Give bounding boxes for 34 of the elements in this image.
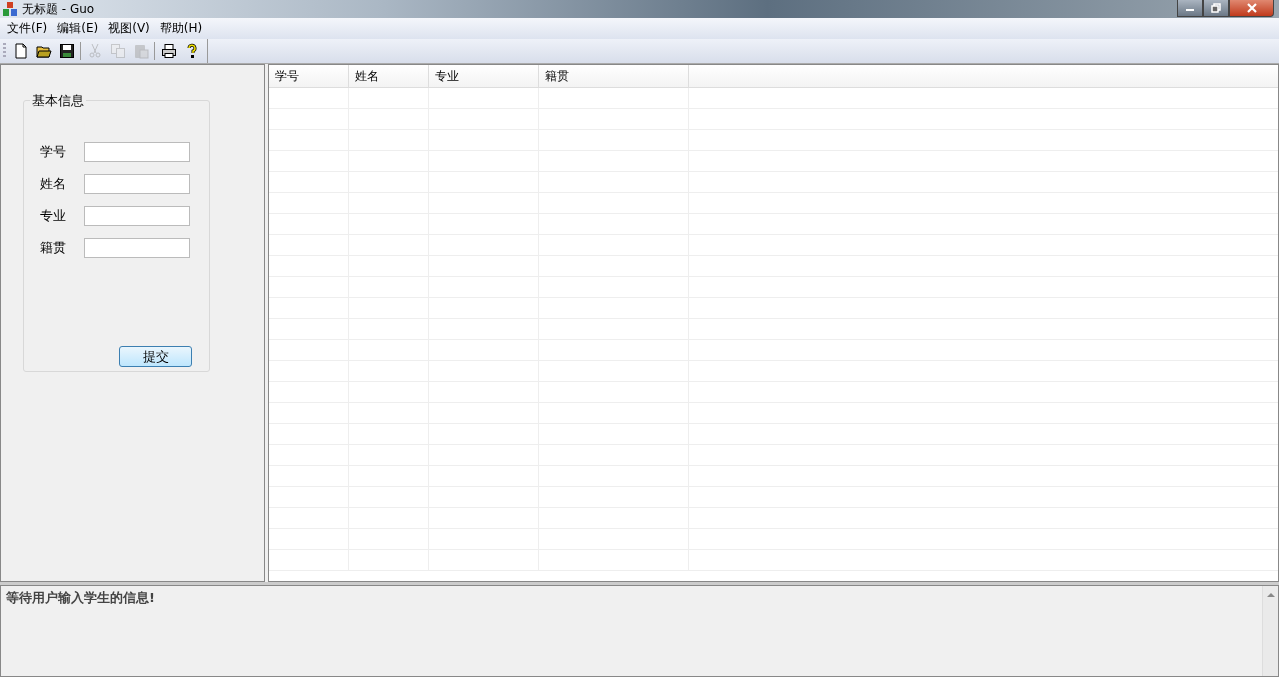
printer-icon bbox=[160, 43, 177, 59]
copy-icon bbox=[109, 43, 126, 59]
scroll-up-icon[interactable] bbox=[1266, 592, 1275, 598]
close-button[interactable] bbox=[1229, 0, 1274, 17]
input-field[interactable] bbox=[84, 174, 190, 194]
scissors-icon bbox=[86, 43, 103, 59]
input-field[interactable] bbox=[84, 238, 190, 258]
app-icon bbox=[2, 1, 18, 17]
input-field[interactable] bbox=[84, 206, 190, 226]
page-icon bbox=[12, 43, 29, 59]
scrollbar[interactable] bbox=[1262, 586, 1278, 676]
log-message: 等待用户输入学生的信息! bbox=[5, 589, 156, 607]
menu-item[interactable]: 视图(V) bbox=[103, 18, 155, 39]
column-header[interactable]: 专业 bbox=[429, 65, 539, 87]
field-label: 专业 bbox=[40, 207, 67, 225]
column-header[interactable]: 姓名 bbox=[349, 65, 429, 87]
field-label: 籍贯 bbox=[40, 239, 67, 257]
window-title: 无标题 - Guo bbox=[22, 0, 95, 18]
group-title: 基本信息 bbox=[30, 92, 86, 110]
menu-item[interactable]: 帮助(H) bbox=[154, 18, 208, 39]
field-label: 学号 bbox=[40, 143, 67, 161]
input-field[interactable] bbox=[84, 142, 190, 162]
field-label: 姓名 bbox=[40, 175, 67, 193]
folder-icon bbox=[35, 43, 52, 59]
clipboard-icon bbox=[132, 43, 149, 59]
close-icon bbox=[1246, 3, 1257, 13]
menu-item[interactable]: 文件(F) bbox=[2, 18, 53, 39]
submit-button[interactable]: 提交 bbox=[119, 346, 192, 367]
restore-icon bbox=[1211, 3, 1221, 13]
menu-item[interactable]: 编辑(E) bbox=[52, 18, 104, 39]
column-header[interactable]: 学号 bbox=[269, 65, 349, 87]
minimize-button[interactable] bbox=[1177, 0, 1203, 17]
column-header[interactable]: 籍贯 bbox=[539, 65, 689, 87]
restore-button[interactable] bbox=[1203, 0, 1229, 17]
